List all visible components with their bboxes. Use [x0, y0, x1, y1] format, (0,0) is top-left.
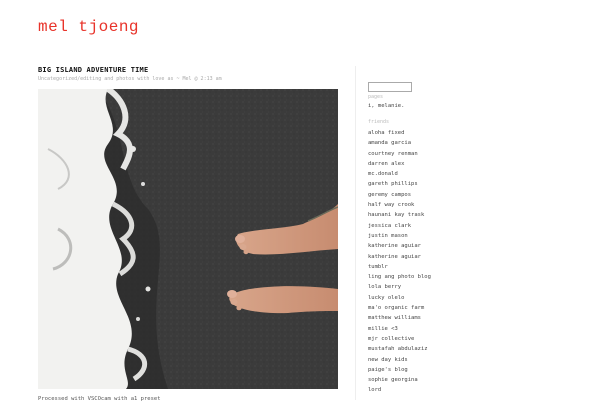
site-title-link[interactable]: mel tjoeng — [38, 18, 139, 36]
friend-link[interactable]: haunani kay trask — [368, 212, 424, 218]
post-meta: Uncategorized/editing and photos with lo… — [38, 76, 222, 82]
search-input[interactable] — [368, 82, 412, 92]
friend-item: aloha fixed — [368, 128, 431, 138]
friend-link[interactable]: half way crook — [368, 202, 414, 208]
friend-item: mc.donald — [368, 169, 431, 179]
friend-link[interactable]: lucky olelo — [368, 295, 404, 301]
column-divider — [355, 66, 356, 400]
friend-item: courtney renman — [368, 149, 431, 159]
friend-link[interactable]: paige's blog — [368, 367, 408, 373]
friend-item: lord — [368, 385, 431, 395]
friend-link[interactable]: gareth phillips — [368, 181, 418, 187]
friend-link[interactable]: aloha fixed — [368, 130, 404, 136]
friend-link[interactable]: jessica clark — [368, 223, 411, 229]
page-link-about[interactable]: i, melanie. — [368, 103, 404, 109]
friend-link[interactable]: katherine aguiar — [368, 254, 421, 260]
sidebar: pages i, melanie. friends aloha fixed am… — [368, 73, 488, 393]
friends-heading: friends — [368, 119, 390, 125]
friend-link[interactable]: mustafah abdulaziz — [368, 346, 428, 352]
friend-link[interactable]: darren alex — [368, 161, 404, 167]
friend-link[interactable]: amanda garcia — [368, 140, 411, 146]
friend-link[interactable]: lola berry — [368, 284, 401, 290]
friend-item: geremy campos — [368, 190, 431, 200]
friend-item: mjr collective — [368, 334, 431, 344]
friend-item: jessica clark — [368, 221, 431, 231]
beach-feet-image — [38, 89, 338, 389]
post-title-link[interactable]: BIG ISLAND ADVENTURE TIME — [38, 66, 340, 75]
post-caption: Processed with VSCOcam with a1 preset — [38, 396, 161, 402]
friend-item: paige's blog — [368, 365, 431, 375]
friend-link[interactable]: lord — [368, 387, 381, 393]
friend-item: haunani kay trask — [368, 210, 431, 220]
friend-link[interactable]: tumblr — [368, 264, 388, 270]
friend-link[interactable]: matthew williams — [368, 315, 421, 321]
friend-item: lucky olelo — [368, 293, 431, 303]
friend-item: sophie georgina — [368, 375, 431, 385]
friend-item: darren alex — [368, 159, 431, 169]
friend-item: amanda garcia — [368, 138, 431, 148]
friend-item: matthew williams — [368, 313, 431, 323]
friend-link[interactable]: justin mason — [368, 233, 408, 239]
friend-link[interactable]: new day kids — [368, 357, 408, 363]
post-photo[interactable] — [38, 89, 338, 389]
friend-item: half way crook — [368, 200, 431, 210]
friend-link[interactable]: millie <3 — [368, 326, 398, 332]
friend-link[interactable]: mc.donald — [368, 171, 398, 177]
friend-item: tumblr — [368, 262, 431, 272]
friend-item: katherine aguiar — [368, 241, 431, 251]
friend-item: ma'o organic farm — [368, 303, 431, 313]
friend-item: lola berry — [368, 282, 431, 292]
friend-item: millie <3 — [368, 324, 431, 334]
friend-item: ling ang photo blog — [368, 272, 431, 282]
friend-item: new day kids — [368, 355, 431, 365]
friend-link[interactable]: ma'o organic farm — [368, 305, 424, 311]
friend-item: katherine aguiar — [368, 252, 431, 262]
friend-item: gareth phillips — [368, 179, 431, 189]
friend-link[interactable]: mjr collective — [368, 336, 414, 342]
friend-link[interactable]: courtney renman — [368, 151, 418, 157]
pages-heading: pages — [368, 94, 384, 100]
friend-item: justin mason — [368, 231, 431, 241]
friend-link[interactable]: ling ang photo blog — [368, 274, 431, 280]
friends-list: aloha fixed amanda garcia courtney renma… — [368, 128, 431, 396]
friend-item: mustafah abdulaziz — [368, 344, 431, 354]
post-area: BIG ISLAND ADVENTURE TIME Uncategorized/… — [38, 66, 340, 402]
friend-link[interactable]: sophie georgina — [368, 377, 418, 383]
friend-link[interactable]: geremy campos — [368, 192, 411, 198]
friend-link[interactable]: katherine aguiar — [368, 243, 421, 249]
